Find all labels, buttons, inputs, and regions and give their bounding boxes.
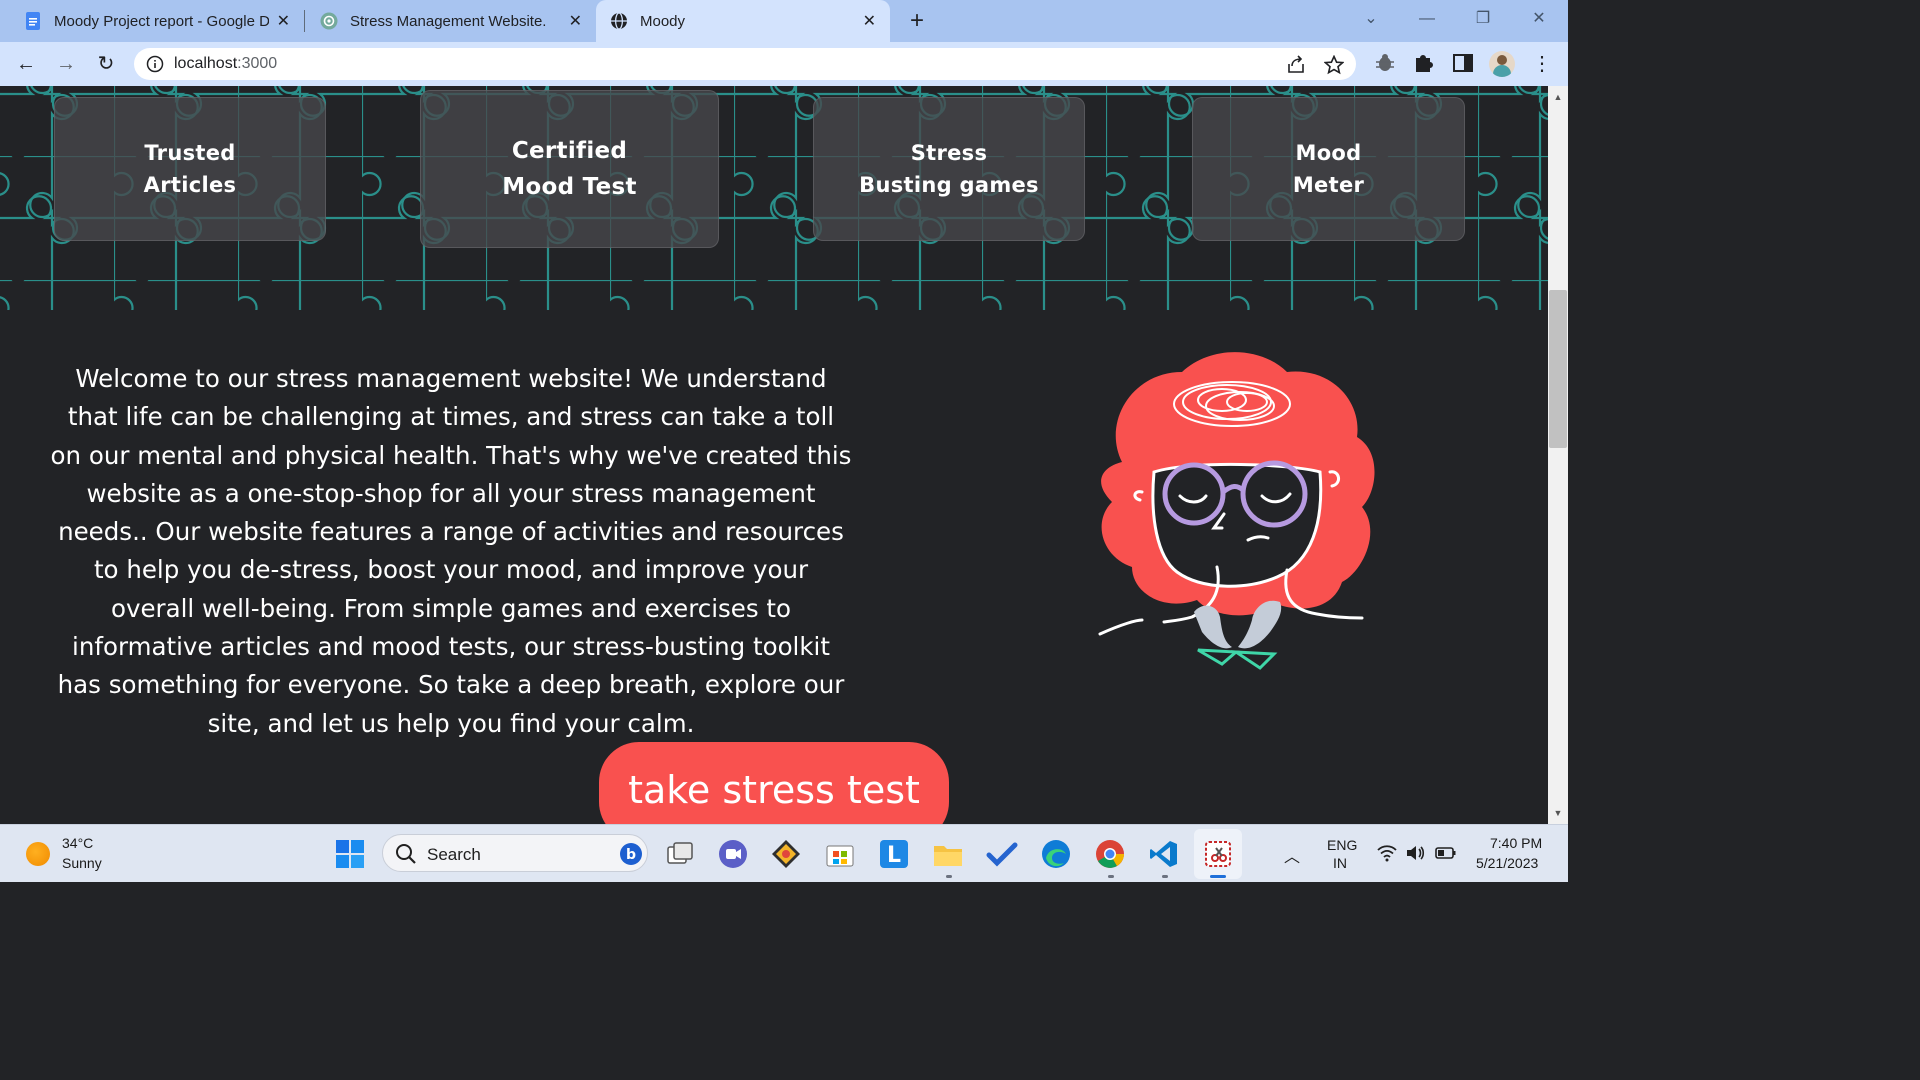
weather-condition[interactable]: Sunny bbox=[62, 855, 102, 871]
feature-card-games[interactable]: Stress Busting games bbox=[813, 97, 1085, 241]
close-icon[interactable]: ✕ bbox=[863, 11, 876, 31]
taskbar-search-box[interactable]: Search b bbox=[382, 834, 648, 872]
stressed-person-illustration bbox=[1098, 352, 1375, 670]
l-app-icon[interactable]: L bbox=[878, 838, 910, 870]
windows-start-icon[interactable] bbox=[334, 838, 366, 870]
chatgpt-icon bbox=[320, 12, 338, 30]
bookmark-star-icon[interactable] bbox=[1324, 55, 1344, 75]
tab-search-chevron-icon[interactable]: ⌄ bbox=[1356, 4, 1386, 34]
feature-card-mood-meter[interactable]: Mood Meter bbox=[1192, 97, 1465, 241]
minimize-button[interactable]: — bbox=[1412, 4, 1442, 34]
task-view-icon[interactable] bbox=[664, 838, 696, 870]
chrome-browser-icon[interactable] bbox=[1094, 838, 1126, 870]
clock-date[interactable]: 5/21/2023 bbox=[1476, 855, 1538, 871]
globe-icon bbox=[610, 12, 628, 30]
tab-title: Moody Project report - Google D bbox=[54, 12, 269, 30]
running-indicator bbox=[946, 875, 952, 878]
wifi-icon[interactable] bbox=[1377, 844, 1397, 862]
scroll-down-arrow-icon[interactable]: ▼ bbox=[1548, 806, 1568, 820]
back-arrow-icon[interactable]: ← bbox=[12, 50, 40, 78]
tray-overflow-chevron-icon[interactable]: ︿ bbox=[1284, 843, 1300, 867]
site-info-icon[interactable] bbox=[146, 55, 164, 73]
search-icon bbox=[396, 844, 416, 864]
browser-toolbar: ← → ↻ localhost:3000 ⋮ bbox=[0, 42, 1568, 86]
scroll-up-arrow-icon[interactable]: ▲ bbox=[1548, 90, 1568, 104]
reload-icon[interactable]: ↻ bbox=[92, 50, 120, 78]
sun-weather-icon[interactable] bbox=[26, 842, 50, 866]
battery-icon[interactable] bbox=[1435, 845, 1457, 861]
tab-title: Stress Management Website. bbox=[350, 12, 547, 30]
feature-card-mood-test[interactable]: Certified Mood Test bbox=[420, 90, 719, 248]
new-tab-button[interactable]: + bbox=[902, 6, 932, 36]
microsoft-store-icon[interactable] bbox=[824, 838, 856, 870]
vertical-scrollbar[interactable] bbox=[1548, 86, 1568, 824]
url-port: :3000 bbox=[237, 55, 278, 72]
tab-strip: Moody Project report - Google D ✕ Stress… bbox=[0, 0, 1568, 42]
close-icon[interactable]: ✕ bbox=[569, 11, 582, 31]
volume-icon[interactable] bbox=[1405, 844, 1425, 862]
windows-taskbar: 34°C Sunny Search b L ︿ ENG IN 7:40 PM 5… bbox=[0, 824, 1568, 882]
vscode-icon[interactable] bbox=[1148, 838, 1180, 870]
url-host: localhost bbox=[174, 55, 238, 72]
bing-chat-icon[interactable]: b bbox=[619, 841, 643, 867]
take-stress-test-button[interactable]: take stress test bbox=[599, 742, 949, 824]
weather-temperature[interactable]: 34°C bbox=[62, 835, 93, 851]
close-icon[interactable]: ✕ bbox=[277, 11, 290, 31]
svg-text:b: b bbox=[626, 847, 636, 863]
tab-stress-website[interactable]: Stress Management Website. ✕ bbox=[306, 0, 596, 42]
extension-bug-icon[interactable] bbox=[1374, 52, 1396, 74]
google-docs-icon bbox=[24, 12, 42, 30]
extensions-puzzle-icon[interactable] bbox=[1412, 52, 1434, 74]
active-indicator bbox=[1210, 875, 1226, 878]
menu-kebab-icon[interactable]: ⋮ bbox=[1528, 50, 1556, 78]
feature-card-label: Certified Mood Test bbox=[502, 138, 637, 200]
svg-text:L: L bbox=[887, 843, 901, 868]
snipping-tool-icon[interactable] bbox=[1202, 838, 1234, 870]
feature-card-label: Trusted Articles bbox=[143, 141, 237, 197]
share-icon[interactable] bbox=[1286, 55, 1306, 75]
teams-chat-icon[interactable] bbox=[717, 838, 749, 870]
moody-page: Trusted Articles Certified Mood Test Str… bbox=[0, 86, 1548, 824]
tab-moody-report[interactable]: Moody Project report - Google D ✕ bbox=[10, 0, 304, 42]
tab-divider bbox=[304, 10, 305, 32]
forward-arrow-icon[interactable]: → bbox=[52, 50, 80, 78]
side-panel-icon[interactable] bbox=[1452, 52, 1474, 74]
todo-check-icon[interactable] bbox=[986, 838, 1018, 870]
running-indicator bbox=[1162, 875, 1168, 878]
close-window-button[interactable]: ✕ bbox=[1524, 4, 1554, 34]
feature-card-label: Stress Busting games bbox=[859, 141, 1039, 197]
feature-card-articles[interactable]: Trusted Articles bbox=[54, 97, 326, 241]
url-text: localhost:3000 bbox=[174, 55, 277, 73]
running-indicator bbox=[1108, 875, 1114, 878]
language-code[interactable]: ENG bbox=[1327, 837, 1357, 853]
file-explorer-icon[interactable] bbox=[932, 838, 964, 870]
tab-moody[interactable]: Moody ✕ bbox=[596, 0, 890, 42]
git-app-icon[interactable] bbox=[770, 838, 802, 870]
restore-button[interactable]: ❐ bbox=[1468, 4, 1498, 34]
language-region[interactable]: IN bbox=[1333, 855, 1347, 871]
welcome-paragraph: Welcome to our stress management website… bbox=[50, 364, 852, 738]
scrollbar-thumb[interactable] bbox=[1549, 290, 1567, 448]
address-bar[interactable]: localhost:3000 bbox=[134, 48, 1356, 80]
feature-card-label: Mood Meter bbox=[1292, 141, 1365, 197]
clock-time[interactable]: 7:40 PM bbox=[1490, 835, 1542, 851]
search-label: Search bbox=[427, 845, 481, 864]
edge-browser-icon[interactable] bbox=[1040, 838, 1072, 870]
tab-title: Moody bbox=[640, 12, 686, 30]
profile-avatar[interactable] bbox=[1489, 51, 1515, 77]
